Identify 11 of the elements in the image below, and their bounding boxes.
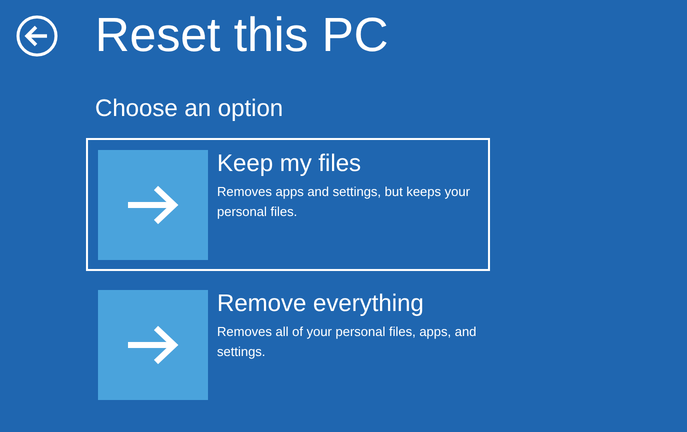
right-arrow-icon [126, 185, 180, 225]
option-description: Removes apps and settings, but keeps your personal files. [217, 183, 471, 221]
option-card[interactable]: Remove everything Removes all of your personal files, apps, and settings. [86, 278, 490, 411]
back-button[interactable] [16, 15, 58, 57]
subtitle: Choose an option [95, 94, 284, 124]
option-description: Removes all of your personal files, apps, and settings. [217, 323, 477, 361]
page-title: Reset this PC [95, 8, 388, 64]
option-card[interactable]: Keep my files Removes apps and settings, but keeps your personal files. [86, 138, 490, 271]
option-title: Keep my files [217, 150, 362, 178]
option-title: Remove everything [217, 290, 425, 318]
right-arrow-icon [126, 325, 180, 365]
